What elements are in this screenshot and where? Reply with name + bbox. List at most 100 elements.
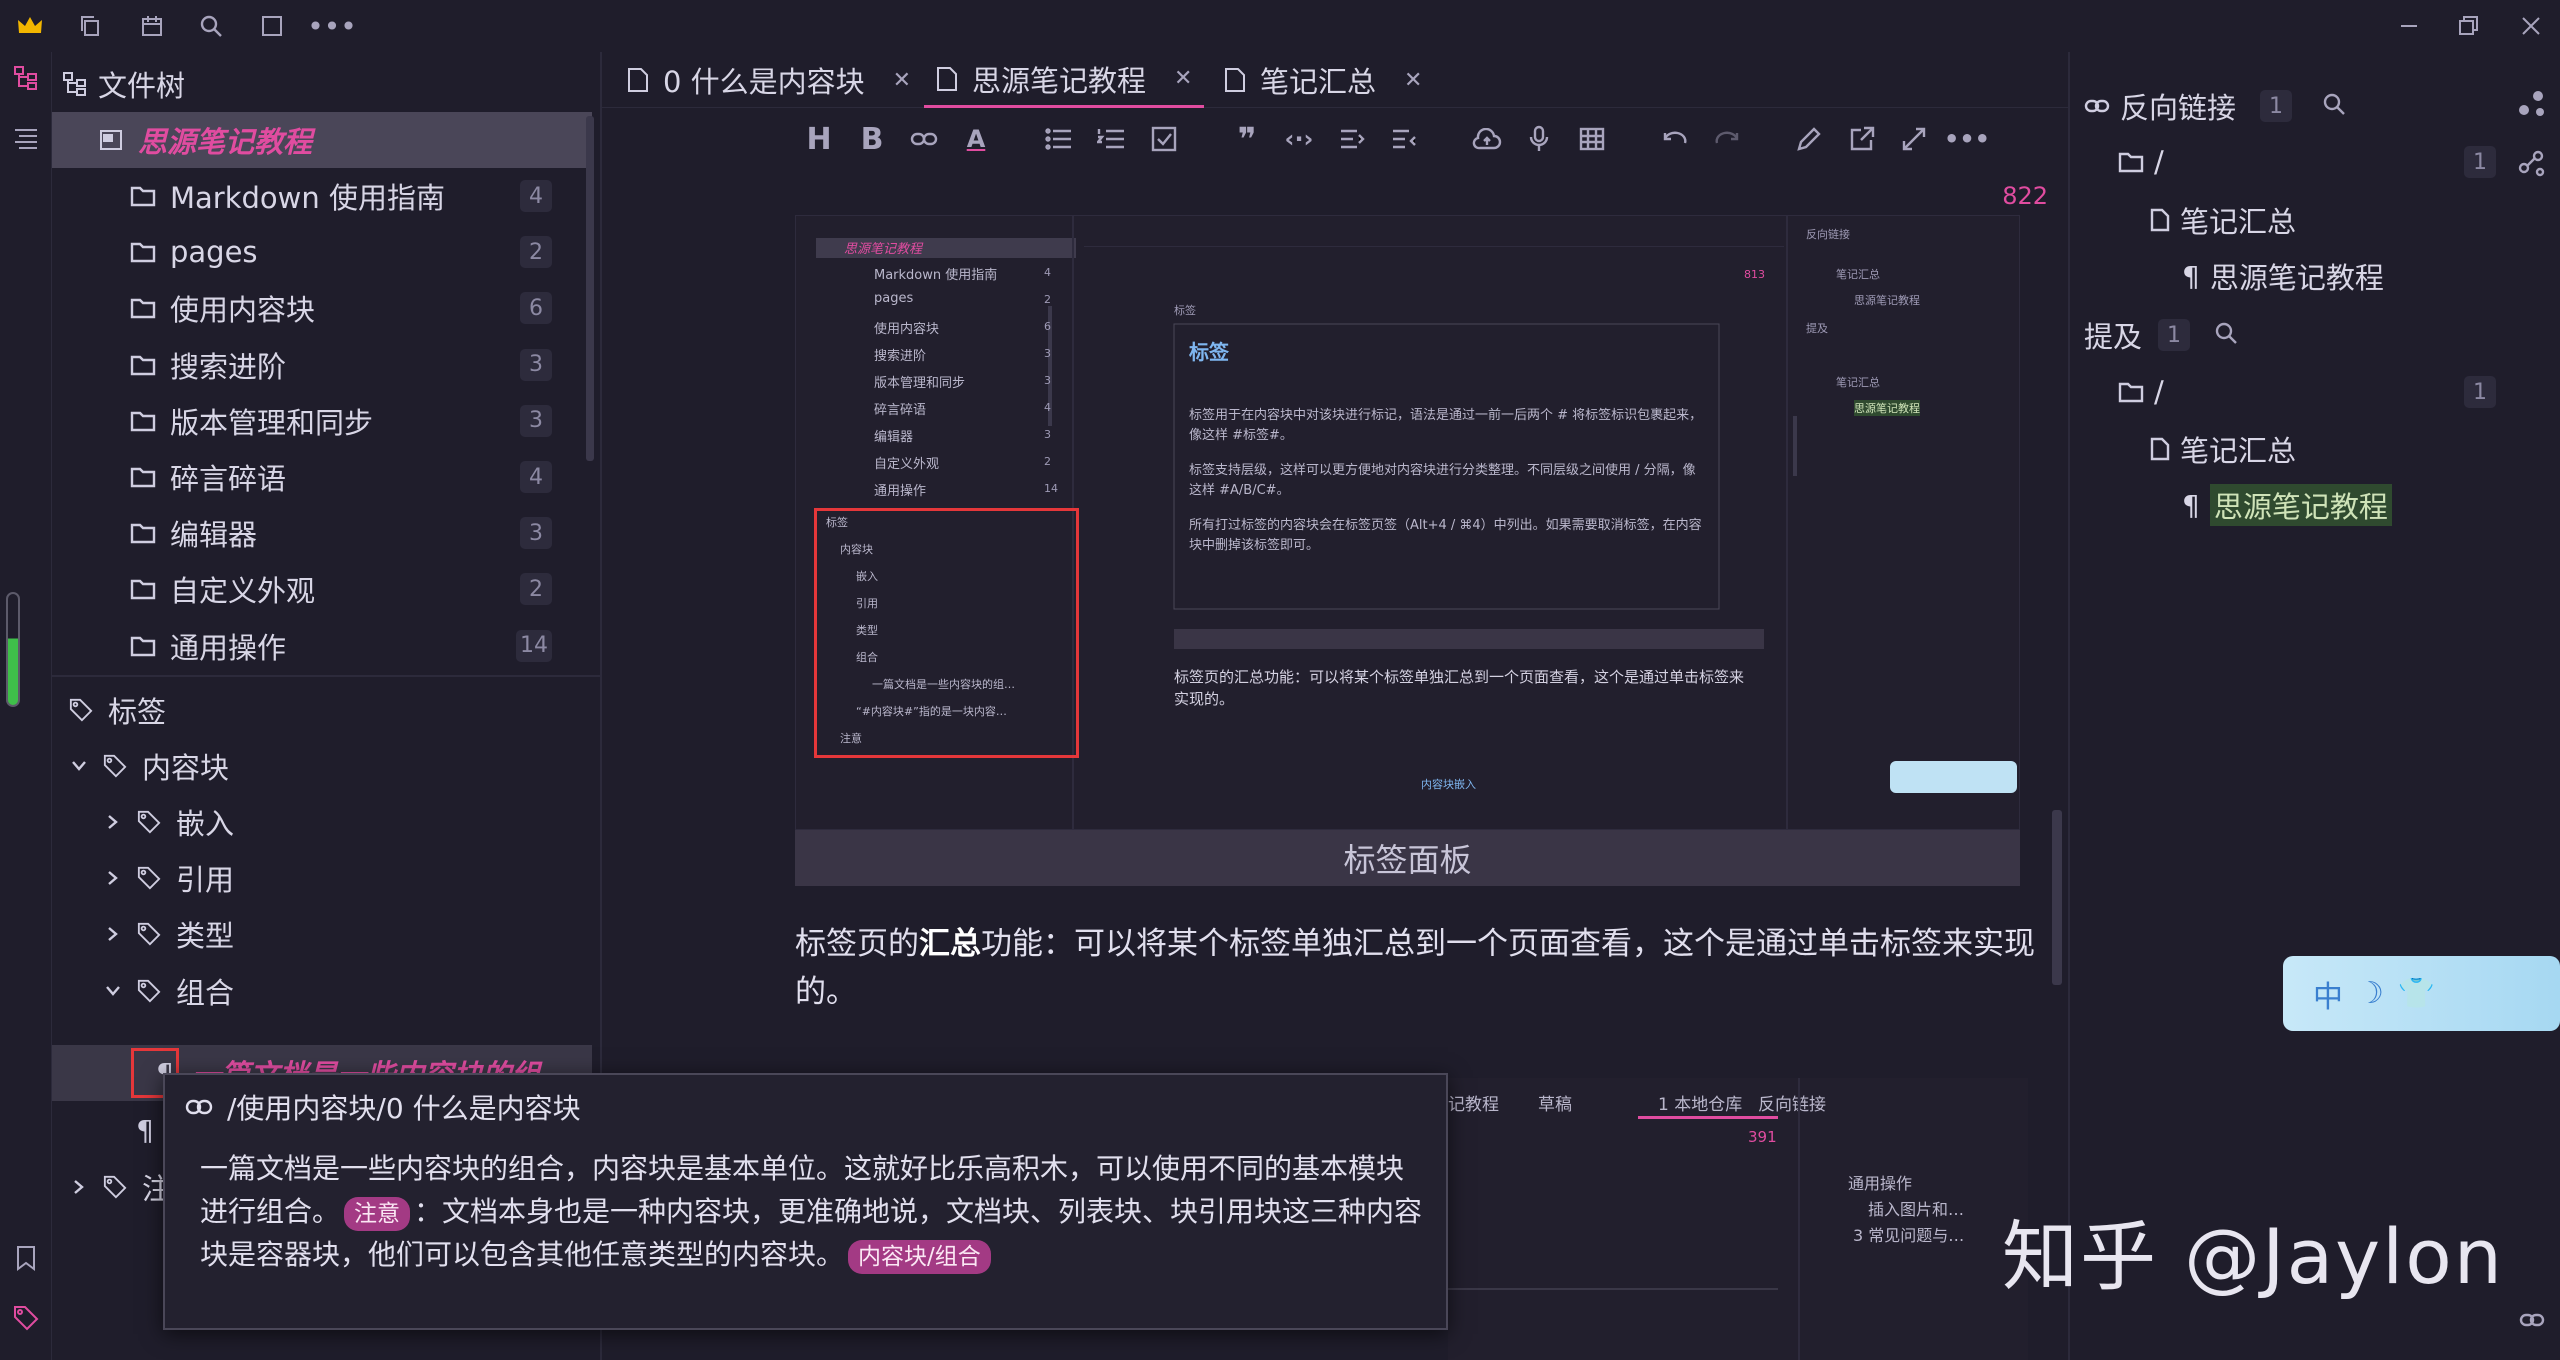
tag-dock-icon[interactable]	[10, 1302, 42, 1334]
global-graph-icon[interactable]	[2516, 148, 2548, 180]
bullet-list-icon[interactable]	[1042, 122, 1076, 156]
search-icon[interactable]	[2318, 88, 2350, 120]
folder-icon	[128, 350, 158, 380]
ordered-list-icon[interactable]	[1094, 122, 1128, 156]
sub-tab: 草稿	[1538, 1095, 1572, 1115]
folder-icon	[128, 462, 158, 492]
folder-icon	[128, 181, 158, 211]
backlink-block[interactable]: ¶ 思源笔记教程	[2182, 250, 2384, 302]
block-label: 思源笔记教程	[2209, 261, 2384, 295]
checklist-icon[interactable]	[1147, 122, 1181, 156]
chevron-right-icon[interactable]	[98, 919, 128, 949]
file-tree-scrollbar[interactable]	[586, 116, 594, 461]
microphone-icon[interactable]	[1522, 122, 1556, 156]
mention-block[interactable]: ¶ 思源笔记教程	[2182, 479, 2392, 531]
editor-scrollbar[interactable]	[2052, 810, 2062, 985]
mention-folder[interactable]: /	[2118, 366, 2164, 418]
tag-badge[interactable]: 注意	[344, 1197, 411, 1231]
chevron-right-icon[interactable]	[64, 1172, 94, 1202]
tag-item[interactable]: 类型	[52, 906, 592, 962]
close-icon[interactable]: ✕	[893, 68, 911, 93]
inner-tree-count: 14	[1044, 482, 1058, 495]
tag-item-root[interactable]: 内容块	[52, 738, 592, 794]
file-tree-item-label: 通用操作	[170, 630, 287, 665]
more-icon[interactable]: •••	[307, 10, 357, 43]
tab-what-is-block[interactable]: 0 什么是内容块 ✕	[617, 52, 921, 108]
backlink-doc[interactable]: 笔记汇总	[2150, 194, 2296, 246]
indent-icon[interactable]	[1335, 122, 1369, 156]
upload-icon[interactable]	[1470, 122, 1504, 156]
link-icon[interactable]	[2516, 1304, 2548, 1336]
restore-icon[interactable]	[2446, 6, 2492, 46]
fullscreen-icon[interactable]	[256, 10, 288, 42]
tag-item[interactable]: 嵌入	[52, 794, 592, 850]
edit-icon[interactable]	[1792, 122, 1826, 156]
file-tree-icon[interactable]	[10, 62, 42, 94]
crown-icon[interactable]	[14, 10, 46, 42]
tag-badge[interactable]: 内容块/组合	[848, 1240, 991, 1274]
mention-doc[interactable]: 笔记汇总	[2150, 423, 2296, 475]
close-window-icon[interactable]	[2508, 6, 2554, 46]
outline-icon[interactable]	[10, 122, 42, 154]
tab-notes-summary[interactable]: 笔记汇总 ✕	[1214, 52, 1432, 108]
file-tree-title: 文件树	[98, 69, 186, 103]
item-count: 2	[520, 236, 552, 269]
folder-icon	[2118, 381, 2144, 403]
tags-header[interactable]: 标签	[52, 682, 592, 738]
heading-icon[interactable]: H	[802, 122, 836, 157]
open-external-icon[interactable]	[1845, 122, 1879, 156]
calendar-icon[interactable]	[136, 10, 168, 42]
notebook-item[interactable]: 思源笔记教程	[52, 112, 592, 168]
search-icon[interactable]	[195, 10, 227, 42]
file-tree-item-label: 使用内容块	[170, 293, 316, 328]
tag-item[interactable]: 组合	[52, 963, 592, 1019]
graph-icon[interactable]	[2516, 88, 2548, 120]
inner-notebook: 思源笔记教程	[844, 242, 923, 257]
search-icon[interactable]	[2210, 317, 2242, 349]
minimize-icon[interactable]	[2386, 6, 2432, 46]
inner-tree-count: 2	[1044, 293, 1051, 306]
close-icon[interactable]: ✕	[1174, 66, 1192, 91]
paragraph-icon: ¶	[2182, 259, 2200, 293]
more-icon[interactable]: •••	[1944, 122, 1990, 156]
file-tree-item[interactable]: Markdown 使用指南 4	[52, 168, 592, 224]
table-icon[interactable]	[1575, 122, 1609, 156]
undo-icon[interactable]	[1658, 122, 1692, 156]
expand-icon[interactable]	[1897, 122, 1931, 156]
quote-icon[interactable]: ❞	[1230, 120, 1264, 158]
file-tree-item[interactable]: 编辑器 3	[52, 505, 592, 561]
tag-icon	[134, 976, 164, 1006]
backlinks-header[interactable]: 反向链接	[2084, 80, 2236, 132]
link-icon[interactable]	[907, 122, 941, 156]
font-color-icon[interactable]: A	[959, 122, 993, 156]
chevron-down-icon[interactable]	[64, 751, 94, 781]
file-tree-item[interactable]: 自定义外观 2	[52, 561, 592, 617]
bookmark-icon[interactable]	[10, 1242, 42, 1274]
tab-siyuan-tutorial[interactable]: 思源笔记教程 ✕	[924, 52, 1205, 108]
tag-item[interactable]: 引用	[52, 850, 592, 906]
bold-icon[interactable]: B	[855, 122, 889, 157]
file-tree-item[interactable]: 搜索进阶 3	[52, 337, 592, 393]
chevron-right-icon[interactable]	[98, 807, 128, 837]
inner-tree-item: 搜索进阶	[874, 349, 927, 364]
file-tree-item[interactable]: 通用操作 14	[52, 618, 592, 674]
redo-icon[interactable]	[1710, 122, 1744, 156]
deco-label: 中	[2313, 979, 2343, 1015]
chevron-down-icon[interactable]	[98, 976, 128, 1006]
code-icon[interactable]: ‹·›	[1282, 122, 1316, 156]
inner-tree-item: 版本管理和同步	[874, 376, 966, 391]
backlink-folder[interactable]: /	[2118, 136, 2164, 188]
mentions-header[interactable]: 提及	[2084, 309, 2142, 361]
inner-rp: 笔记汇总	[1836, 268, 1880, 281]
chevron-right-icon[interactable]	[98, 863, 128, 893]
file-tree-item[interactable]: pages 2	[52, 224, 592, 280]
sub-tab: 1 本地仓库	[1658, 1095, 1743, 1115]
popup-body: 一篇文档是一些内容块的组合，内容块是基本单位。这就好比乐高积木，可以使用不同的基…	[200, 1147, 1430, 1276]
file-tree-item[interactable]: 版本管理和同步 3	[52, 393, 592, 449]
popup-path[interactable]: /使用内容块/0 什么是内容块	[185, 1087, 581, 1127]
outdent-icon[interactable]	[1387, 122, 1421, 156]
copy-icon[interactable]	[74, 10, 106, 42]
close-icon[interactable]: ✕	[1404, 68, 1422, 93]
file-tree-item[interactable]: 使用内容块 6	[52, 280, 592, 336]
file-tree-item[interactable]: 碎言碎语 4	[52, 449, 592, 505]
